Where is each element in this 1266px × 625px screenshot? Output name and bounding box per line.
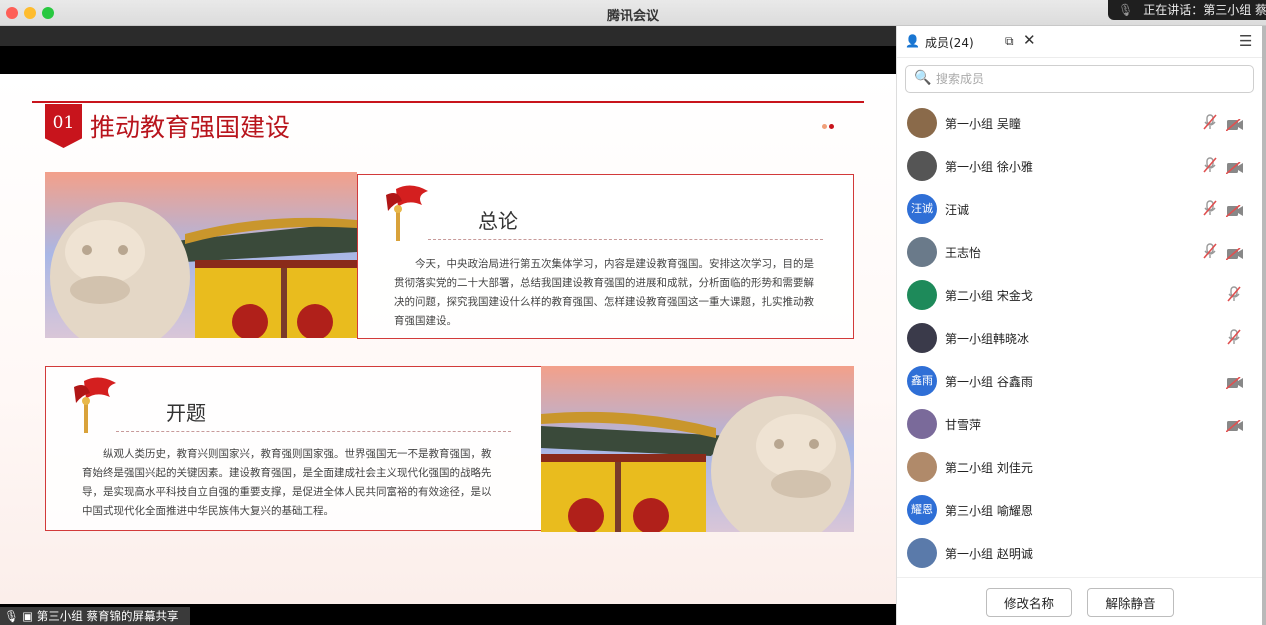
member-row[interactable]: 甘雪萍	[897, 403, 1263, 446]
avatar	[907, 237, 937, 267]
mic-icon: 🎙	[4, 609, 19, 623]
temple-photo	[541, 366, 854, 532]
mic-muted-icon[interactable]	[1203, 157, 1217, 173]
member-row[interactable]: 第一小组 徐小雅	[897, 145, 1263, 188]
menu-icon[interactable]: ☰	[1239, 32, 1252, 50]
unmute-button[interactable]: 解除静音	[1087, 588, 1174, 617]
avatar	[907, 108, 937, 138]
mic-muted-icon[interactable]	[1203, 200, 1217, 216]
section-opening-text: 纵观人类历史，教育兴则国家兴，教育强则国家强。世界强国无一不是教育强国，教育始终…	[82, 448, 492, 517]
avatar	[907, 538, 937, 568]
avatar: 汪诚	[907, 194, 937, 224]
camera-off-icon[interactable]	[1225, 116, 1244, 132]
member-row[interactable]: 第二小组 宋金戈	[897, 274, 1263, 317]
camera-off-icon[interactable]	[1225, 202, 1244, 218]
member-row[interactable]: 第一小组 赵明诚	[897, 532, 1263, 575]
section-opening-divider	[116, 431, 511, 432]
camera-off-icon[interactable]	[1225, 245, 1244, 261]
member-list[interactable]: 第一小组 吴瞳 第一小组 徐小雅 汪诚 汪诚 王志怡 第二小组 宋金戈 第一小组韩晓冰 鑫雨第…	[897, 102, 1263, 577]
member-name: 王志怡	[945, 246, 982, 260]
camera-off-icon[interactable]	[1225, 417, 1244, 433]
title-bar: 腾讯会议 🎙 正在讲话：第三小组 蔡	[0, 0, 1266, 26]
screen-icon: ▣	[22, 609, 34, 623]
member-name: 第二小组 宋金戈	[945, 289, 1033, 303]
mic-muted-icon: 🎙	[1118, 3, 1134, 17]
member-row[interactable]: 第一小组韩晓冰	[897, 317, 1263, 360]
member-row[interactable]: 第一小组 吴瞳	[897, 102, 1263, 145]
meeting-window: 腾讯会议 🎙 正在讲话：第三小组 蔡 01 推动教育强国建设 总论 今天，中央政…	[0, 0, 1266, 625]
members-panel-footer: 修改名称 解除静音	[897, 577, 1263, 625]
slide-heading: 推动教育强国建设	[90, 113, 291, 142]
presentation-slide: 01 推动教育强国建设 总论 今天，中央政治局进行第五次集体学习，内容是建设教育…	[0, 74, 896, 604]
member-row[interactable]: 汪诚 汪诚	[897, 188, 1263, 231]
section-opening-title: 开题	[166, 401, 206, 425]
members-title: 成员(24)	[925, 36, 974, 50]
screen-share-owner: 第三小组 蔡育锦的屏幕共享	[36, 609, 179, 623]
search-icon: 🔍	[914, 70, 932, 86]
mic-muted-icon[interactable]	[1203, 114, 1217, 130]
mic-muted-icon[interactable]	[1227, 329, 1241, 345]
screen-share-area[interactable]: 01 推动教育强国建设 总论 今天，中央政治局进行第五次集体学习，内容是建设教育…	[0, 26, 896, 625]
section-overview-text: 今天，中央政治局进行第五次集体学习，内容是建设教育强国。安排这次学习，目的是贯彻…	[394, 258, 814, 327]
member-name: 第一小组 吴瞳	[945, 117, 1021, 131]
rename-button[interactable]: 修改名称	[986, 588, 1072, 617]
member-row[interactable]: 第二小组 刘佳元	[897, 446, 1263, 489]
panel-edge	[1262, 26, 1266, 625]
members-panel-header: 👤 成员(24) ⧉ ✕ ☰	[897, 26, 1263, 58]
member-name: 第一小组 谷鑫雨	[945, 375, 1033, 389]
camera-off-icon[interactable]	[1225, 374, 1244, 390]
close-panel-icon[interactable]: ✕	[1023, 31, 1036, 49]
share-top-band	[0, 26, 896, 46]
section-overview-box: 总论 今天，中央政治局进行第五次集体学习，内容是建设教育强国。安排这次学习，目的…	[357, 174, 854, 339]
members-icon: 👤	[905, 34, 920, 48]
member-search-input[interactable]	[936, 70, 1236, 88]
member-name: 甘雪萍	[945, 418, 982, 432]
slide-top-rule	[32, 101, 864, 103]
avatar: 耀恩	[907, 495, 937, 525]
member-name: 第二小组 刘佳元	[945, 461, 1033, 475]
section-overview-divider	[428, 239, 823, 240]
temple-photo	[45, 172, 357, 338]
avatar	[907, 452, 937, 482]
member-name: 第一小组 赵明诚	[945, 547, 1033, 561]
avatar	[907, 409, 937, 439]
red-flag-icon	[74, 377, 116, 433]
member-name: 汪诚	[945, 203, 970, 217]
avatar	[907, 323, 937, 353]
screen-share-label: 🎙 ▣ 第三小组 蔡育锦的屏幕共享	[0, 607, 190, 625]
member-name: 第一小组韩晓冰	[945, 332, 1030, 346]
popout-icon[interactable]: ⧉	[1005, 34, 1014, 49]
slide-number-badge: 01	[45, 104, 82, 148]
mic-muted-icon[interactable]	[1227, 286, 1241, 302]
member-search-box[interactable]: 🔍	[905, 65, 1254, 93]
member-name: 第一小组 徐小雅	[945, 160, 1033, 174]
mic-muted-icon[interactable]	[1203, 243, 1217, 259]
avatar	[907, 280, 937, 310]
members-panel: 👤 成员(24) ⧉ ✕ ☰ 🔍 第一小组 吴瞳第一小组 徐小雅汪诚汪诚王志怡第…	[896, 26, 1263, 625]
avatar: 鑫雨	[907, 366, 937, 396]
camera-off-icon[interactable]	[1225, 159, 1244, 175]
member-row[interactable]: 王志怡	[897, 231, 1263, 274]
speaking-label: 正在讲话：第三小组 蔡	[1143, 3, 1266, 17]
member-row[interactable]: 耀恩 第三小组 喻耀恩	[897, 489, 1263, 532]
section-overview-title: 总论	[478, 209, 518, 233]
member-name: 第三小组 喻耀恩	[945, 504, 1033, 518]
avatar	[907, 151, 937, 181]
member-row[interactable]: 鑫雨 第一小组 谷鑫雨	[897, 360, 1263, 403]
red-flag-icon	[386, 185, 428, 241]
speaking-indicator: 🎙 正在讲话：第三小组 蔡	[1108, 0, 1266, 20]
window-title: 腾讯会议	[606, 9, 659, 24]
section-opening-box: 开题 纵观人类历史，教育兴则国家兴，教育强则国家强。世界强国无一不是教育强国，教…	[45, 366, 542, 531]
slide-dots-decoration	[822, 114, 836, 133]
